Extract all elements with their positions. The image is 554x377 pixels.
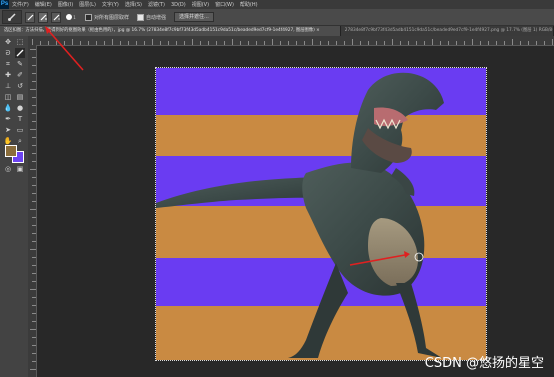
watermark-text: CSDN @悠扬的星空 <box>424 356 544 371</box>
annotation-arrows <box>45 26 424 266</box>
